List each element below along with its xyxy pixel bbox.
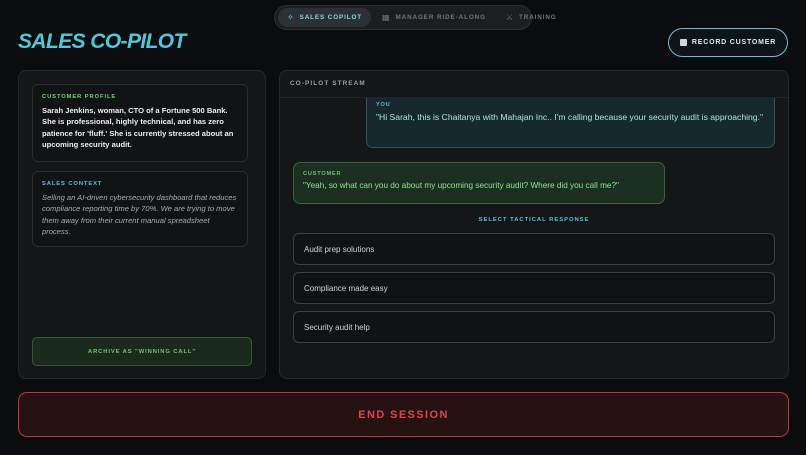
context-panel: CUSTOMER PROFILE Sarah Jenkins, woman, C…	[18, 70, 266, 379]
tab-label: SALES COPILOT	[299, 14, 363, 21]
record-label: RECORD CUSTOMER	[691, 39, 777, 46]
copilot-stream-panel: CO-PILOT STREAM YOU "Hi Sarah, this is C…	[279, 70, 789, 379]
message-sender: CUSTOMER	[303, 171, 342, 177]
tab-label: TRAINING	[518, 14, 557, 21]
tab-manager-ride-along[interactable]: ▦ MANAGER RIDE-ALONG	[373, 8, 495, 27]
response-option[interactable]: Security audit help	[293, 311, 775, 343]
tab-label: MANAGER RIDE-ALONG	[395, 14, 486, 21]
record-icon	[679, 39, 687, 46]
message-text: "Hi Sarah, this is Chaitanya with Mahaja…	[376, 112, 764, 122]
customer-profile-label: CUSTOMER PROFILE	[42, 94, 117, 100]
end-session-button[interactable]: END SESSION	[18, 392, 789, 437]
sales-context-label: SALES CONTEXT	[42, 181, 103, 187]
grid-icon: ▦	[382, 12, 391, 22]
swords-icon: ⚔	[505, 12, 514, 22]
customer-profile-text: Sarah Jenkins, woman, CTO of a Fortune 5…	[42, 106, 234, 150]
response-option[interactable]: Compliance made easy	[293, 272, 775, 304]
page-title: SALES CO-PILOT	[18, 30, 186, 53]
stream-header: CO-PILOT STREAM	[280, 71, 788, 98]
message-you: YOU "Hi Sarah, this is Chaitanya with Ma…	[366, 98, 775, 148]
sales-context-card: SALES CONTEXT Selling an AI-driven cyber…	[32, 171, 248, 247]
sales-context-text: Selling an AI-driven cybersecurity dashb…	[42, 193, 237, 237]
archive-winning-call-button[interactable]: ARCHIVE AS "WINNING CALL"	[32, 337, 252, 366]
app-root: ✧ SALES COPILOT ▦ MANAGER RIDE-ALONG ⚔ T…	[0, 0, 806, 455]
customer-profile-card: CUSTOMER PROFILE Sarah Jenkins, woman, C…	[32, 84, 248, 162]
message-customer: CUSTOMER "Yeah, so what can you do about…	[293, 162, 665, 204]
tactical-response-label: SELECT TACTICAL RESPONSE	[478, 217, 590, 223]
tab-sales-copilot[interactable]: ✧ SALES COPILOT	[278, 8, 372, 27]
tab-training[interactable]: ⚔ TRAINING	[497, 8, 566, 27]
sparkle-icon: ✧	[287, 12, 295, 22]
message-sender: YOU	[376, 102, 391, 108]
mode-switcher: ✧ SALES COPILOT ▦ MANAGER RIDE-ALONG ⚔ T…	[274, 5, 556, 30]
record-customer-button[interactable]: RECORD CUSTOMER	[668, 28, 788, 57]
response-option[interactable]: Audit prep solutions	[293, 233, 775, 265]
message-text: "Yeah, so what can you do about my upcom…	[303, 181, 619, 190]
